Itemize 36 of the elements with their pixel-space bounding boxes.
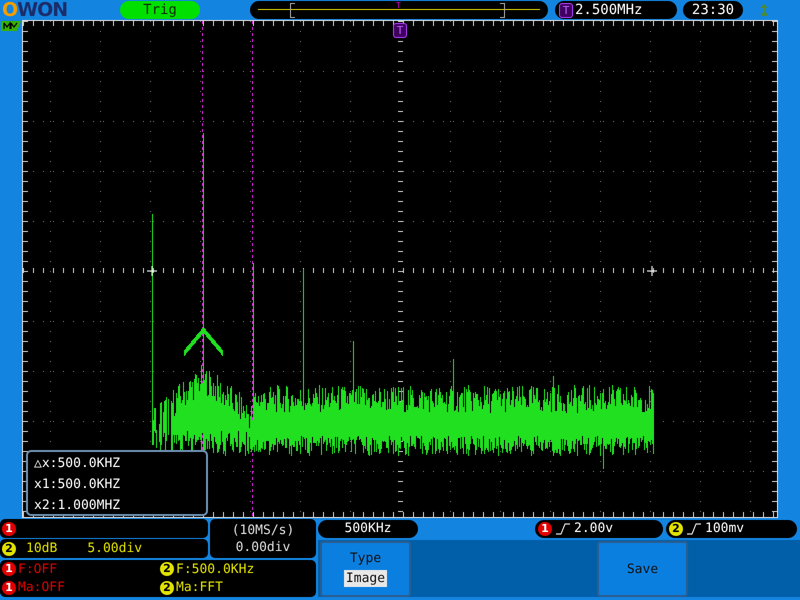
option-value: Image	[344, 570, 388, 587]
trigger-marker: T	[393, 23, 407, 38]
math-setting: Ma:FFT	[176, 580, 223, 596]
channel-badge: 2	[160, 562, 174, 576]
crosshair-icon	[146, 266, 158, 276]
crosshair-icon	[646, 266, 658, 276]
channel-badge: 1	[2, 580, 16, 595]
channel-badge: 2	[2, 542, 16, 556]
cursor-value: △x:500.0KHZ	[34, 456, 122, 471]
fft-scale: 500KHz	[318, 520, 418, 538]
math-setting: F:OFF	[18, 562, 58, 577]
save-button[interactable]: Save	[597, 541, 688, 597]
channel-badge: 1	[2, 562, 16, 576]
channel-badge: 2	[160, 580, 174, 595]
channel-scale: 10dB	[26, 541, 58, 556]
trigger-level: 100mv	[705, 521, 744, 536]
trigger-status: Trig	[120, 1, 200, 19]
brand-logo: OWON	[1, 0, 68, 21]
channel-badge: 1	[2, 522, 16, 536]
rising-edge-icon	[687, 522, 701, 534]
frequency-readout: 2.500MHz	[575, 2, 642, 18]
channel-badge: 1	[538, 522, 552, 536]
cursor-value: x2:1.000MHZ	[34, 498, 122, 513]
channel-badge: 2	[669, 522, 683, 536]
math-setting: Ma:OFF	[18, 580, 65, 596]
horizontal-position: 0.00div	[236, 540, 290, 554]
channel-position: 5.00div	[87, 541, 142, 556]
trigger-pointer: T	[396, 1, 401, 10]
trigger-source-badge: T	[559, 2, 573, 18]
rising-edge-icon	[556, 522, 570, 534]
trigger-level: 2.00v	[574, 521, 614, 536]
sample-rate: (10MS/s)	[232, 522, 294, 538]
type-selector-button[interactable]: Type Image	[320, 541, 411, 597]
math-setting: F:500.0KHz	[176, 562, 254, 577]
cursor-value: x1:500.0KHZ	[34, 477, 122, 492]
clock: 23:30	[683, 1, 743, 19]
